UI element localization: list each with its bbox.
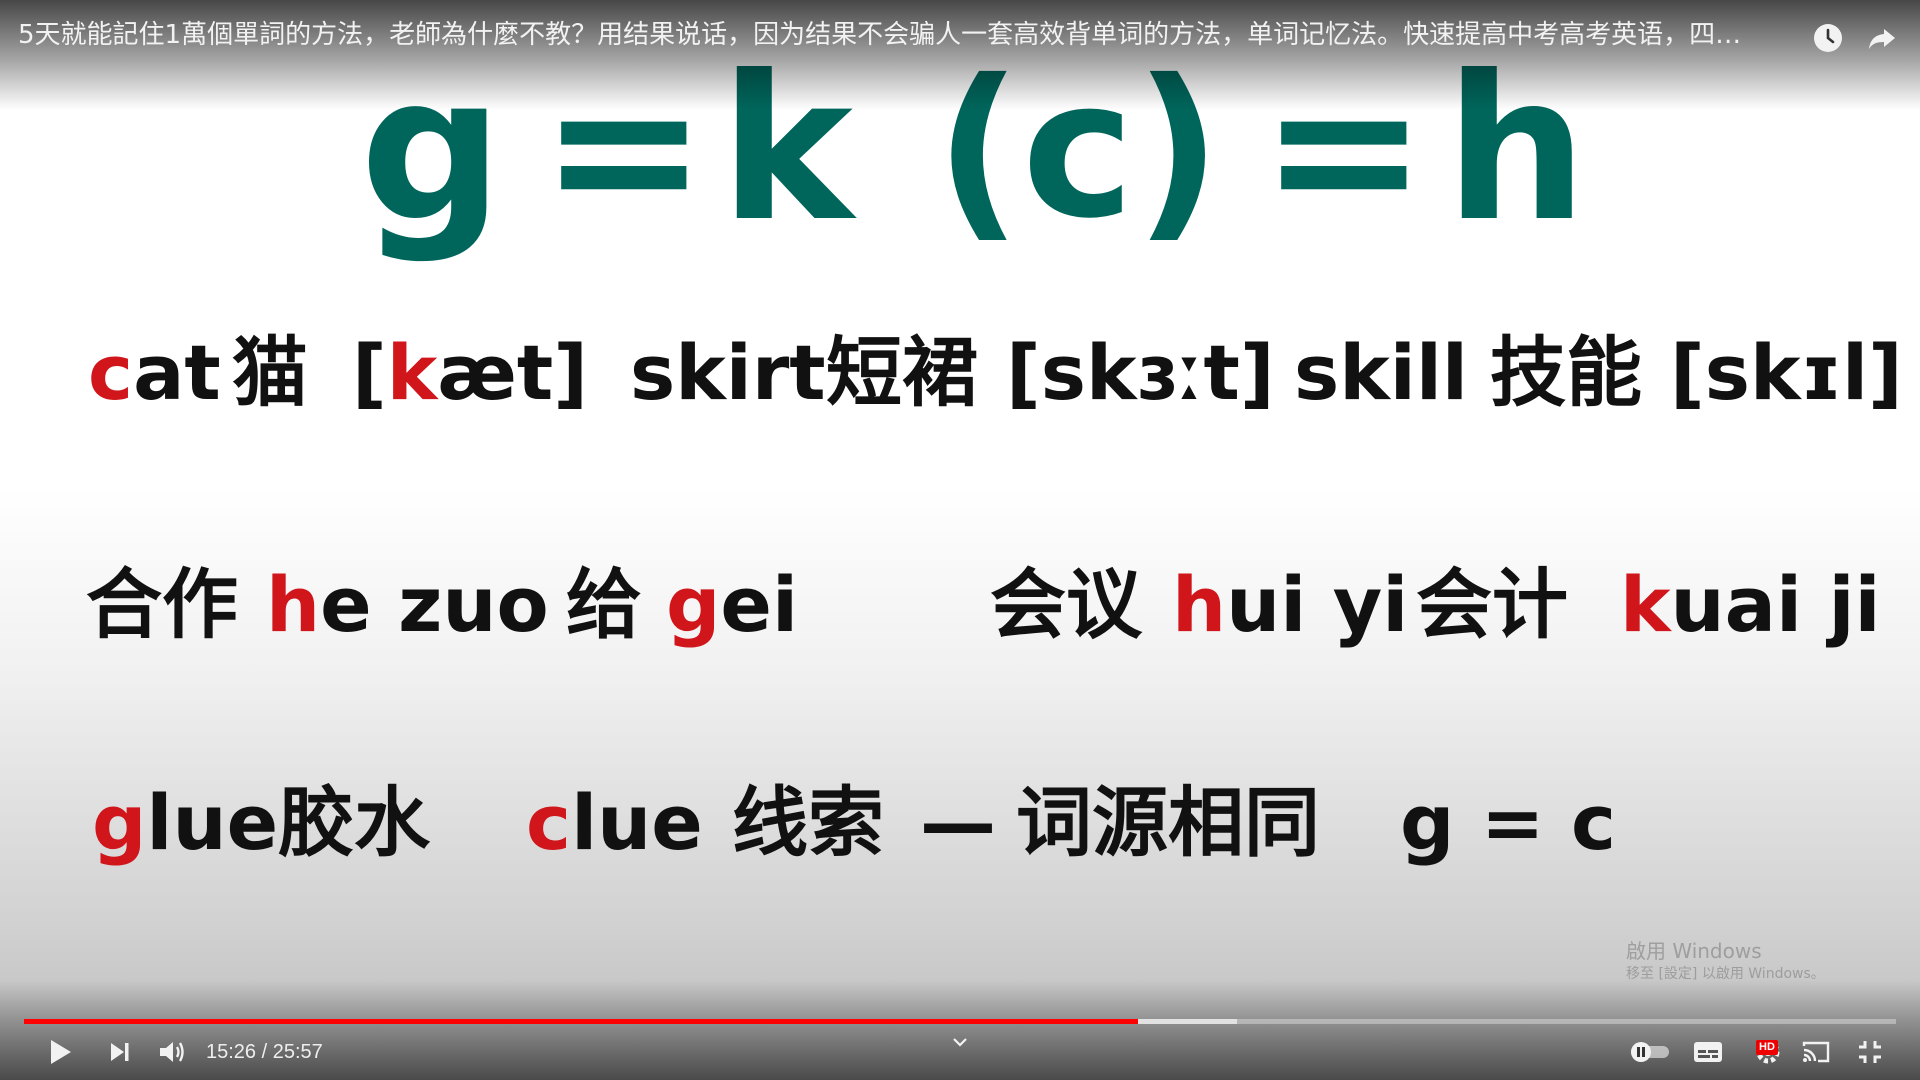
dash: —	[920, 778, 996, 867]
chevron-down-icon	[953, 1038, 967, 1047]
example-row-3: glue 胶水 clue 线索 — 词源相同 g = c	[0, 778, 1920, 868]
progress-played	[24, 1019, 1138, 1024]
word-kuaiji-pinyin: kuai ji	[1620, 560, 1881, 649]
word-glue-chinese: 胶水	[278, 778, 430, 867]
cast-button[interactable]	[1796, 1032, 1836, 1072]
subtitles-button[interactable]	[1688, 1032, 1728, 1072]
subtitles-icon	[1694, 1042, 1722, 1062]
watermark-title: 啟用 Windows	[1626, 939, 1762, 963]
word-kuaiji-chinese: 会计	[1416, 560, 1568, 649]
g-equals-c: g = c	[1400, 778, 1617, 867]
word-skill-ipa: [skɪl]	[1670, 328, 1903, 417]
windows-activation-watermark: 啟用 Windows 移至 [設定] 以啟用 Windows。	[1626, 938, 1825, 984]
next-button[interactable]	[100, 1032, 140, 1072]
clock-icon[interactable]	[1808, 18, 1848, 58]
example-row-1: cat 猫 [kæt] skirt 短裙 [skɜːt] skill 技能 [s…	[0, 328, 1920, 418]
title-overlay	[0, 0, 1920, 110]
volume-button[interactable]	[152, 1032, 192, 1072]
chevron-down-button[interactable]	[940, 1028, 980, 1056]
word-cat-chinese: 猫	[232, 328, 308, 417]
play-button[interactable]	[40, 1032, 80, 1072]
exit-fullscreen-button[interactable]	[1850, 1032, 1890, 1072]
share-icon[interactable]	[1862, 18, 1902, 58]
time-display: 15:26 / 25:57	[206, 1041, 323, 1063]
word-skirt: skirt	[630, 328, 826, 417]
example-row-2: 合作 he zuo 给 gei 会议 hui yi 会计 kuai ji	[0, 560, 1920, 650]
autoplay-toggle[interactable]	[1626, 1032, 1676, 1072]
word-gei-pinyin: gei	[666, 560, 799, 649]
word-skill-chinese: 技能	[1490, 328, 1642, 417]
progress-bar[interactable]	[24, 1019, 1896, 1024]
volume-icon	[160, 1042, 184, 1062]
word-huiyi-pinyin: hui yi	[1172, 560, 1409, 649]
word-skirt-chinese: 短裙	[826, 328, 978, 417]
word-glue: glue	[92, 778, 279, 867]
word-hezuo-chinese: 合作	[86, 560, 238, 649]
video-title[interactable]: 5天就能記住1萬個單詞的方法，老師為什麼不教？用结果说话，因为结果不会骗人一套高…	[18, 18, 1798, 52]
autoplay-toggle-icon	[1631, 1042, 1669, 1062]
word-clue-chinese: 线索	[732, 778, 884, 867]
word-huiyi-chinese: 会议	[990, 560, 1142, 649]
next-icon	[111, 1043, 129, 1061]
word-skill: skill	[1294, 328, 1468, 417]
hd-badge: HD	[1756, 1040, 1778, 1055]
word-clue: clue	[526, 778, 703, 867]
word-skirt-ipa: [skɜːt]	[1006, 328, 1275, 417]
word-hezuo-pinyin: he zuo	[266, 560, 549, 649]
exit-fullscreen-icon	[1859, 1041, 1881, 1063]
cast-icon	[1802, 1041, 1830, 1063]
word-gei-chinese: 给	[566, 560, 642, 649]
word-cat: cat	[88, 328, 221, 417]
same-root-text: 词源相同	[1016, 778, 1320, 867]
word-cat-ipa: [kæt]	[352, 328, 588, 417]
play-icon	[51, 1040, 71, 1064]
